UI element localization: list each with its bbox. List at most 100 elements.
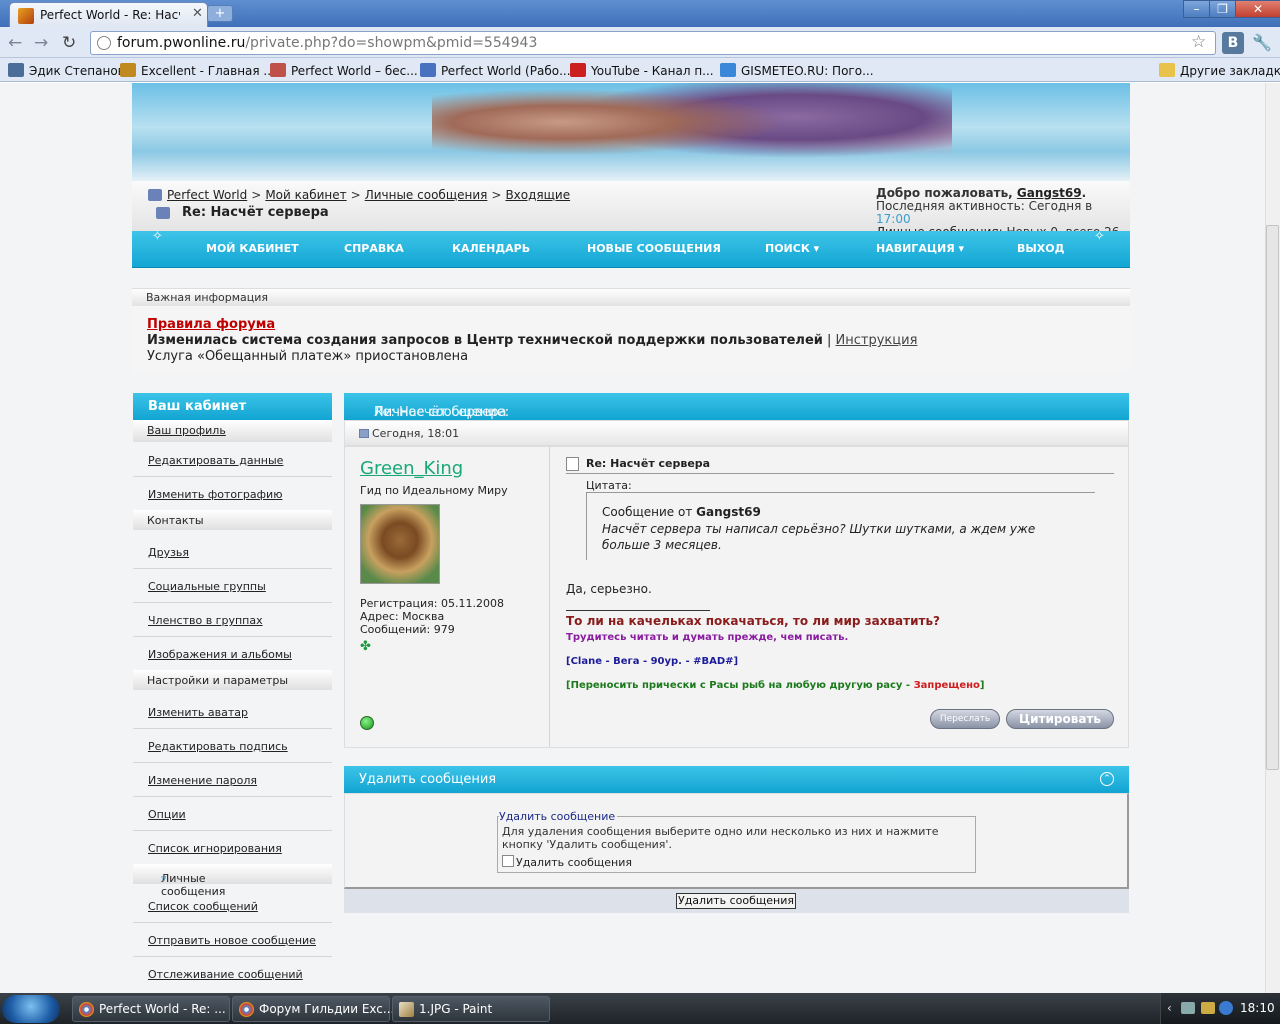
sidebar-item-social-groups[interactable]: Социальные группы xyxy=(148,580,266,593)
scrollbar-thumb[interactable] xyxy=(1266,225,1279,770)
tray-app-icon[interactable] xyxy=(1201,1002,1215,1014)
bookmark-item[interactable]: Эдик Степанов xyxy=(8,63,125,78)
sidebar-item-photo[interactable]: Изменить фотографию xyxy=(148,488,282,501)
network-icon[interactable] xyxy=(1181,1002,1195,1014)
group-title: Личные сообщения xyxy=(161,872,226,898)
message-body: Green_King Гид по Идеальному Миру Регист… xyxy=(344,446,1129,748)
sidebar-group-pm: Личные сообщения ▿ xyxy=(133,864,332,898)
quote-box: Сообщение от Gangst69 Насчёт сервера ты … xyxy=(586,492,1095,560)
browser-tab[interactable]: Perfect World - Re: Насч... ✕ xyxy=(9,2,208,27)
sidebar-item-options[interactable]: Опции xyxy=(148,808,186,821)
profile-link[interactable]: Ваш профиль xyxy=(147,424,226,437)
crumb-perfect-world[interactable]: Perfect World xyxy=(167,188,247,202)
bookmark-label: Excellent - Главная ... xyxy=(141,64,275,78)
pm-menu-icon[interactable]: ▿ xyxy=(161,872,167,885)
url-host: forum.pwonline.ru xyxy=(117,35,246,51)
taskbar-label: Форум Гильдии Exc... xyxy=(259,1002,395,1016)
tray-expand-icon[interactable]: ‹ xyxy=(1167,1001,1172,1015)
start-button[interactable] xyxy=(2,995,60,1023)
delete-title: Удалить сообщения xyxy=(359,772,497,787)
author-reg: Регистрация: 05.11.2008 xyxy=(360,597,504,610)
divider xyxy=(133,728,332,729)
address-bar[interactable]: forum.pwonline.ru/private.php?do=showpm&… xyxy=(90,31,1216,55)
sidebar-item-avatar[interactable]: Изменить аватар xyxy=(148,706,248,719)
back-icon[interactable]: ← xyxy=(8,33,22,53)
youtube-icon xyxy=(570,63,586,77)
sidebar-item-send-message[interactable]: Отправить новое сообщение xyxy=(148,934,316,947)
post-pane: Re: Насчёт сервера Цитата: Сообщение от … xyxy=(551,447,1129,747)
divider xyxy=(133,830,332,831)
url-path: /private.php?do=showpm&pmid=554943 xyxy=(245,35,538,51)
forward-icon[interactable]: → xyxy=(34,33,48,53)
taskbar-item[interactable]: 1.JPG - Paint xyxy=(392,996,550,1022)
tab-close-icon[interactable]: ✕ xyxy=(192,6,203,21)
main-nav: ✧ МОЙ КАБИНЕТ СПРАВКА КАЛЕНДАРЬ НОВЫЕ СО… xyxy=(132,229,1130,268)
sidebar-item-signature[interactable]: Редактировать подпись xyxy=(148,740,288,753)
rules-link[interactable]: Правила форума xyxy=(147,317,275,332)
signature-line: Трудитесь читать и думать прежде, чем пи… xyxy=(566,632,849,643)
sidebar-item-albums[interactable]: Изображения и альбомы xyxy=(148,648,292,661)
bookmark-item[interactable]: Excellent - Главная ... xyxy=(120,63,275,78)
crumb-cabinet[interactable]: Мой кабинет xyxy=(265,188,346,202)
clock: 18:10 xyxy=(1240,1001,1275,1015)
bookmark-item[interactable]: YouTube - Канал п... xyxy=(570,63,714,78)
new-tab-button[interactable]: + xyxy=(207,5,233,22)
nav-my-cabinet[interactable]: МОЙ КАБИНЕТ xyxy=(206,242,299,255)
minimize-icon[interactable]: – xyxy=(1183,0,1210,18)
nav-navigation[interactable]: НАВИГАЦИЯ ▾ xyxy=(876,242,964,255)
sidebar-title: Ваш кабинет xyxy=(148,399,247,414)
divider xyxy=(133,762,332,763)
bookmark-item[interactable]: GISMETEO.RU: Пого... xyxy=(720,63,874,78)
nav-help[interactable]: СПРАВКА xyxy=(344,242,404,255)
bookmark-item[interactable]: Perfect World (Рабо... xyxy=(420,63,571,78)
crumb-pm[interactable]: Личные сообщения xyxy=(365,188,488,202)
author-link[interactable]: Green_King xyxy=(360,458,463,479)
forward-button[interactable]: Переслать xyxy=(930,709,1000,729)
delete-checkbox[interactable] xyxy=(502,855,514,867)
other-bookmarks[interactable]: Другие закладки xyxy=(1159,63,1280,78)
wrench-icon[interactable]: 🔧 xyxy=(1252,33,1272,52)
crumb-sep: > xyxy=(251,188,262,202)
message-header-title: Re: Насчёт сервера xyxy=(374,405,507,420)
divider xyxy=(133,922,332,923)
delete-button[interactable]: Удалить сообщения xyxy=(676,893,796,909)
reload-icon[interactable]: ↻ xyxy=(62,33,76,53)
taskbar-item[interactable]: Perfect World - Re: ... xyxy=(72,996,230,1022)
post-title-icon xyxy=(566,457,579,471)
crumb-inbox[interactable]: Входящие xyxy=(505,188,570,202)
sidebar-item-friends[interactable]: Друзья xyxy=(148,546,189,559)
breadcrumb-bar: Perfect World > Мой кабинет > Личные сообщен… xyxy=(132,181,1130,239)
signature-divider xyxy=(566,610,710,611)
avatar[interactable] xyxy=(360,504,440,584)
instruction-link[interactable]: Инструкция xyxy=(836,333,918,348)
pw-icon xyxy=(270,63,286,77)
nav-search[interactable]: ПОИСК ▾ xyxy=(765,242,819,255)
notice-sep: | xyxy=(822,333,836,348)
message-date: Сегодня, 18:01 xyxy=(372,427,460,440)
breadcrumb: Perfect World > Мой кабинет > Личные сообщен… xyxy=(167,188,570,202)
sidebar-item-memberships[interactable]: Членство в группах xyxy=(148,614,263,627)
collapse-icon[interactable]: ⌃ xyxy=(1100,772,1114,786)
taskbar-item[interactable]: Форум Гильдии Exc... xyxy=(232,996,394,1022)
sidebar-item-ignore-list[interactable]: Список игнорирования xyxy=(148,842,282,855)
bookmark-star-icon[interactable]: ☆ xyxy=(1191,32,1206,52)
nav-new-posts[interactable]: НОВЫЕ СООБЩЕНИЯ xyxy=(587,242,721,255)
nav-calendar[interactable]: КАЛЕНДАРЬ xyxy=(452,242,530,255)
sidebar-item-edit-data[interactable]: Редактировать данные xyxy=(148,454,283,467)
welcome-user-link[interactable]: Gangst69 xyxy=(1017,186,1082,200)
window-close-icon[interactable]: ✕ xyxy=(1235,0,1280,18)
sidebar-item-password[interactable]: Изменение пароля xyxy=(148,774,257,787)
vk-extension-icon[interactable]: В xyxy=(1222,32,1244,54)
bookmark-item[interactable]: Perfect World – бес... xyxy=(270,63,418,78)
tab-title: Perfect World - Re: Насч... xyxy=(40,8,180,22)
sidebar-item-tracking[interactable]: Отслеживание сообщений xyxy=(148,968,303,981)
nav-logout[interactable]: ВЫХОД xyxy=(1017,242,1064,255)
forum-banner xyxy=(132,83,1130,181)
tray-app-icon[interactable] xyxy=(1219,1001,1233,1015)
sidebar-item-message-list[interactable]: Список сообщений xyxy=(148,900,258,913)
signature-forbidden: Запрещено xyxy=(913,680,980,691)
maximize-icon[interactable]: ❐ xyxy=(1209,0,1236,18)
nav-ornament-icon: ✧ xyxy=(1094,229,1105,244)
excellent-icon xyxy=(120,63,136,77)
quote-button[interactable]: Цитировать xyxy=(1006,709,1114,729)
